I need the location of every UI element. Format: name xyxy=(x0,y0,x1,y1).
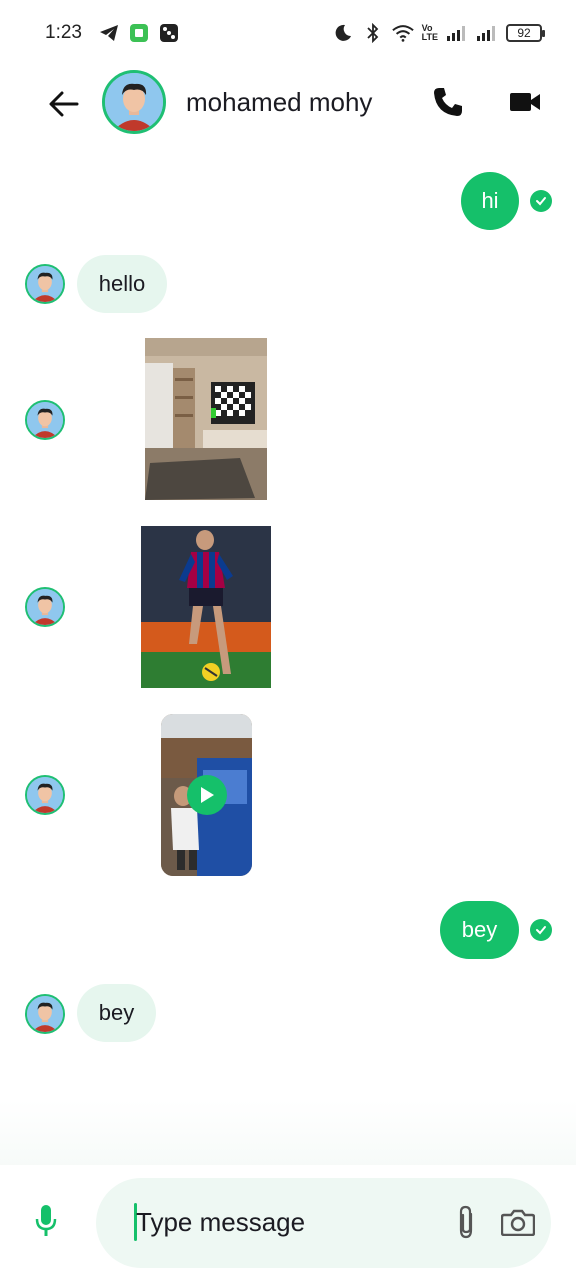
volte-indicator: Vo LTE xyxy=(421,23,438,42)
attach-button[interactable] xyxy=(448,1202,484,1242)
play-button[interactable] xyxy=(187,775,227,815)
outgoing-message-bubble[interactable]: hi xyxy=(461,172,519,230)
incoming-message-bubble[interactable]: bey xyxy=(77,984,156,1042)
contact-avatar[interactable] xyxy=(102,70,166,134)
moon-icon xyxy=(332,22,354,44)
outgoing-message-bubble[interactable]: bey xyxy=(440,901,519,959)
sent-check-icon xyxy=(530,190,552,212)
sender-avatar[interactable] xyxy=(25,994,65,1034)
signal-icon xyxy=(446,22,468,44)
sender-avatar[interactable] xyxy=(25,587,65,627)
person-avatar-icon xyxy=(27,266,63,302)
telegram-icon xyxy=(98,22,120,44)
contact-name[interactable]: mohamed mohy xyxy=(186,87,372,118)
battery-indicator: 92 xyxy=(506,24,545,42)
camera-button[interactable] xyxy=(498,1202,538,1242)
image-message[interactable] xyxy=(141,526,271,688)
android-app-icon xyxy=(128,22,150,44)
person-avatar-icon xyxy=(27,589,63,625)
sender-avatar[interactable] xyxy=(25,264,65,304)
camera-icon xyxy=(501,1209,535,1236)
status-bar: 1:23 Vo LTE 92 xyxy=(0,0,576,64)
microphone-icon xyxy=(35,1205,57,1236)
status-left-icons xyxy=(98,22,180,44)
person-avatar-icon xyxy=(27,402,63,438)
image-message[interactable] xyxy=(145,338,267,500)
message-text: bey xyxy=(98,1000,135,1025)
message-composer: Type message xyxy=(0,1165,576,1280)
message-input-placeholder: Type message xyxy=(136,1207,306,1237)
paperclip-icon xyxy=(459,1205,473,1239)
person-avatar-icon xyxy=(105,73,163,131)
message-text: hi xyxy=(481,188,499,213)
message-text: hello xyxy=(98,271,146,296)
person-avatar-icon xyxy=(27,777,63,813)
signal-icon xyxy=(476,22,498,44)
phone-icon xyxy=(434,88,462,116)
message-input[interactable]: Type message xyxy=(96,1178,551,1268)
video-message[interactable] xyxy=(161,714,252,876)
status-time: 1:23 xyxy=(45,22,82,43)
video-call-button[interactable] xyxy=(505,82,545,122)
voice-call-button[interactable] xyxy=(428,82,468,122)
video-camera-icon xyxy=(510,93,540,111)
football-player-photo xyxy=(141,526,271,688)
person-avatar-icon xyxy=(27,996,63,1032)
chat-header: mohamed mohy xyxy=(0,64,576,142)
bluetooth-icon xyxy=(362,22,384,44)
room-photo xyxy=(145,338,267,500)
composer-fade xyxy=(0,1100,576,1170)
sent-check-icon xyxy=(530,919,552,941)
status-right-icons: Vo LTE 92 xyxy=(332,22,545,44)
microphone-button[interactable] xyxy=(26,1201,66,1241)
sender-avatar[interactable] xyxy=(25,400,65,440)
message-text: bey xyxy=(461,917,498,942)
play-icon xyxy=(201,787,214,803)
back-button[interactable] xyxy=(44,84,84,124)
dice-app-icon xyxy=(158,22,180,44)
incoming-message-bubble[interactable]: hello xyxy=(77,255,167,313)
back-arrow-icon xyxy=(49,91,79,117)
sender-avatar[interactable] xyxy=(25,775,65,815)
wifi-icon xyxy=(391,22,414,44)
